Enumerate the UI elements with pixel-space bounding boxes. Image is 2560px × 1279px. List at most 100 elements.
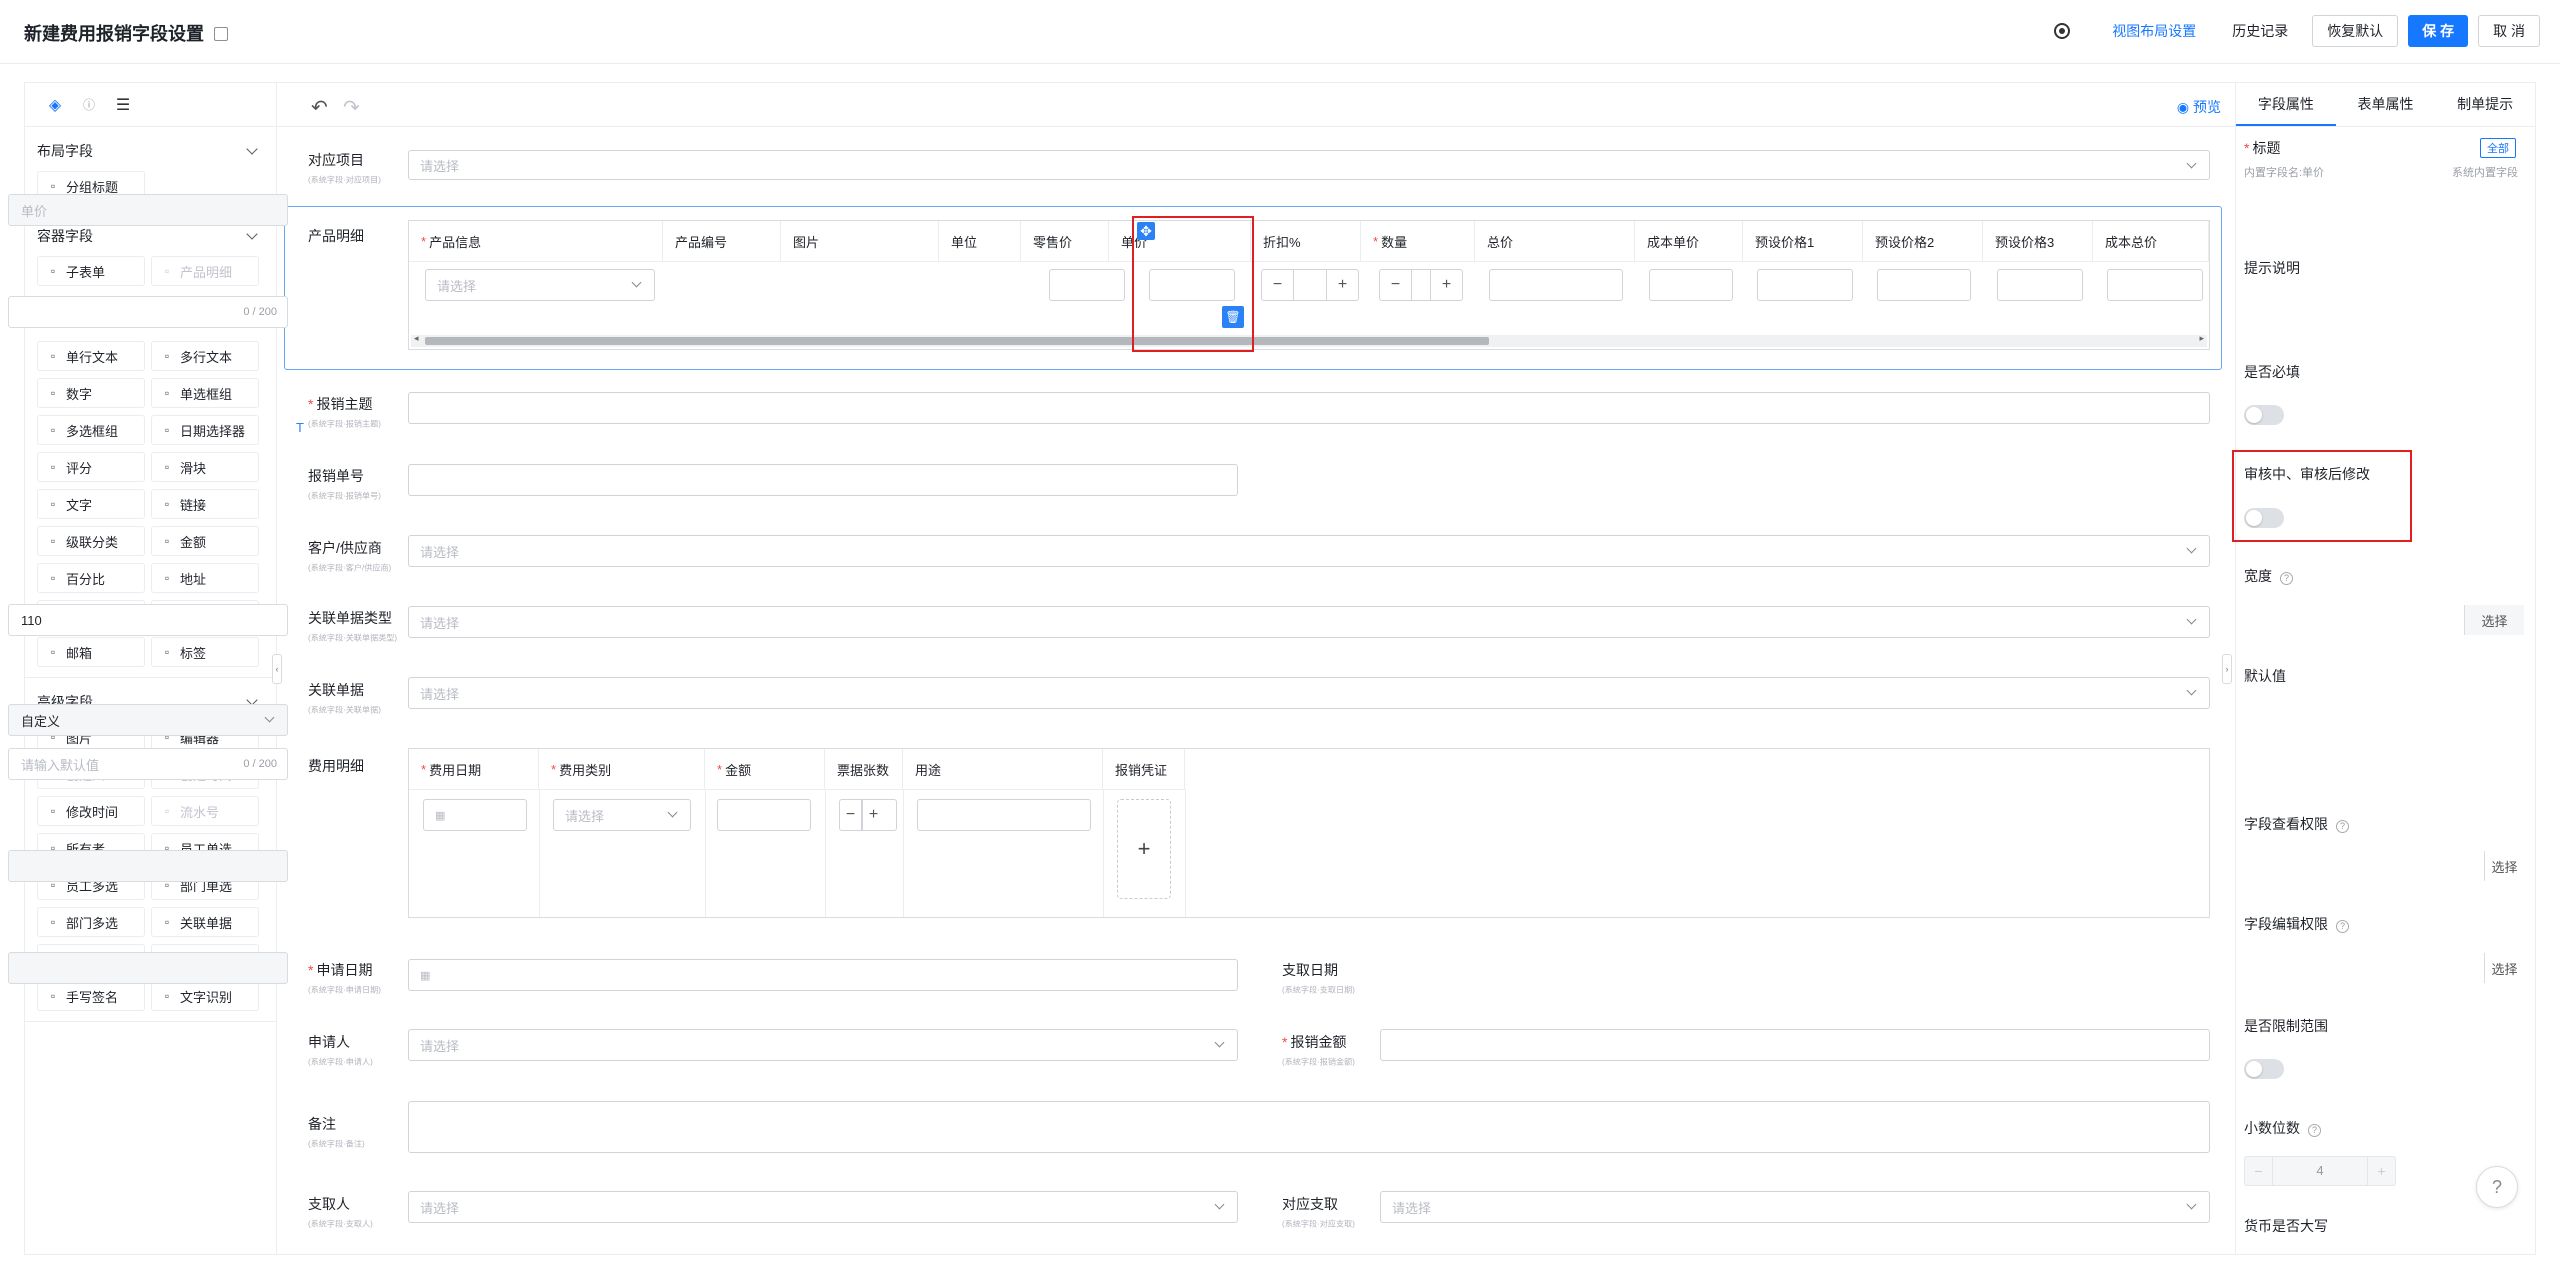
field-project[interactable]: 对应项目 (系统字段·对应项目) [308, 150, 389, 186]
palette-item[interactable]: ▫ 子表单 [37, 256, 145, 286]
expense-column-header[interactable]: 报销凭证 [1103, 749, 1185, 789]
hint-input[interactable]: 0 / 200 [8, 296, 288, 328]
reldoc-select[interactable]: 请选择 [408, 677, 2210, 709]
total-price-input[interactable] [1489, 269, 1623, 301]
field-reldoc[interactable]: 关联单据 (系统字段·关联单据) [308, 680, 389, 716]
preset2-input[interactable] [1877, 269, 1971, 301]
field-pay-for[interactable]: 对应支取 (系统字段·对应支取) [1282, 1194, 1363, 1230]
section-header[interactable]: 容器字段 [37, 224, 264, 248]
limit-toggle[interactable] [2244, 1059, 2284, 1079]
preset1-input[interactable] [1757, 269, 1853, 301]
palette-item[interactable]: ▫ 标签 [151, 637, 259, 667]
default-type-select[interactable]: 自定义 [8, 704, 288, 736]
field-apply-date[interactable]: * 申请日期 (系统字段·申请日期) [308, 960, 389, 996]
product-column-header[interactable]: 预设价格2 [1863, 221, 1983, 261]
default-value-input[interactable]: 请输入默认值 0 / 200 [8, 748, 288, 780]
expense-column-header[interactable]: * 金额 [705, 749, 825, 789]
field-subject[interactable]: * 报销主题 (系统字段·报销主题) [308, 394, 389, 430]
palette-item[interactable]: ▫ 邮箱 [37, 637, 145, 667]
palette-item[interactable]: ▫ 产品明细 [151, 256, 259, 286]
width-select-button[interactable]: 选择 [2464, 605, 2524, 635]
field-payee[interactable]: 支取人 (系统字段·支取人) [308, 1194, 380, 1230]
scrollbar-thumb[interactable] [425, 337, 1489, 345]
view-perm-select-button[interactable]: 选择 [2484, 851, 2524, 881]
apply-date-input[interactable]: ▦ [408, 959, 1238, 991]
product-column-header[interactable]: 成本总价 [2093, 221, 2209, 261]
move-icon[interactable]: ✥ [1137, 222, 1155, 240]
palette-item[interactable]: ▫ 单选框组 [151, 378, 259, 408]
product-column-header[interactable]: 零售价 [1021, 221, 1109, 261]
product-column-header[interactable]: 产品编号 [663, 221, 781, 261]
field-remark[interactable]: 备注 (系统字段·备注) [308, 1114, 371, 1150]
tab-field-properties[interactable]: 字段属性 [2236, 82, 2336, 126]
undo-icon[interactable]: ↶ [311, 95, 328, 120]
info-icon[interactable]: ⓘ [79, 95, 99, 115]
redo-icon[interactable]: ↷ [343, 95, 360, 120]
save-button[interactable]: 保 存 [2408, 15, 2469, 47]
required-toggle[interactable] [2244, 405, 2284, 425]
palette-item[interactable]: ▫ 数字 [37, 378, 145, 408]
cube-icon[interactable]: ◈ [45, 95, 65, 115]
tab-form-properties[interactable]: 表单属性 [2336, 82, 2436, 126]
palette-item[interactable]: ▫ 手写签名 [37, 981, 145, 1011]
upload-plus-icon[interactable]: + [1117, 799, 1171, 899]
palette-item[interactable]: ▫ 评分 [37, 452, 145, 482]
palette-item[interactable]: ▫ 级联分类 [37, 526, 145, 556]
cost-total-input[interactable] [2107, 269, 2203, 301]
expense-column-header[interactable]: * 费用日期 [409, 749, 539, 789]
product-info-select[interactable]: 请选择 [425, 269, 655, 301]
palette-item[interactable]: ▫ 滑块 [151, 452, 259, 482]
discount-stepper[interactable]: − + [1261, 269, 1359, 301]
expense-date-input[interactable]: ▦ [423, 799, 527, 831]
field-amount[interactable]: * 报销金额 (系统字段·报销金额) [1282, 1032, 1363, 1068]
settings-icon[interactable] [2054, 23, 2071, 39]
restore-default-button[interactable]: 恢复默认 [2312, 15, 2399, 47]
history-button[interactable]: 历史记录 [2218, 15, 2302, 47]
product-column-header[interactable]: 预设价格3 [1983, 221, 2093, 261]
product-column-header[interactable]: * 数量 [1361, 221, 1475, 261]
palette-item[interactable]: ▫ 文字识别 [151, 981, 259, 1011]
field-number[interactable]: 报销单号 (系统字段·报销单号) [308, 466, 389, 502]
section-header[interactable]: 布局字段 [37, 139, 264, 163]
palette-item[interactable]: ▫ 单行文本 [37, 341, 145, 371]
title-input[interactable]: 单价 [8, 194, 288, 226]
view-perm-input[interactable] [8, 850, 288, 882]
edit-perm-select-button[interactable]: 选择 [2484, 953, 2524, 983]
help-icon[interactable]: ? [2308, 1124, 2321, 1137]
number-input[interactable] [408, 464, 1238, 496]
cancel-button[interactable]: 取 消 [2478, 15, 2540, 47]
help-icon[interactable]: ? [2280, 572, 2293, 585]
amount-input[interactable] [1380, 1029, 2210, 1061]
cost-price-input[interactable] [1649, 269, 1733, 301]
palette-item[interactable]: ▫ 多选框组 [37, 415, 145, 445]
palette-item[interactable]: ▫ 流水号 [151, 796, 259, 826]
width-input[interactable]: 110 [8, 604, 288, 636]
all-badge[interactable]: 全部 [2480, 138, 2516, 158]
remark-textarea[interactable] [408, 1101, 2210, 1153]
expense-amount-input[interactable] [717, 799, 811, 831]
retail-price-input[interactable] [1049, 269, 1125, 301]
reltype-select[interactable]: 请选择 [408, 606, 2210, 638]
field-reltype[interactable]: 关联单据类型 (系统字段·关联单据类型) [308, 608, 407, 644]
expense-column-header[interactable]: 用途 [903, 749, 1103, 789]
view-layout-link[interactable]: 视图布局设置 [2098, 15, 2210, 47]
expense-column-header[interactable]: * 费用类别 [539, 749, 705, 789]
product-column-header[interactable]: 成本单价 [1635, 221, 1743, 261]
product-column-header[interactable]: * 产品信息 [409, 221, 663, 261]
palette-item[interactable]: ▫ 链接 [151, 489, 259, 519]
expense-column-header[interactable]: 票据张数 [825, 749, 903, 789]
palette-item[interactable]: ▫ 文字 [37, 489, 145, 519]
layout-icon[interactable] [214, 27, 228, 41]
delete-icon[interactable]: 🗑 [1222, 306, 1244, 328]
product-column-header[interactable]: 单位 [939, 221, 1021, 261]
field-customer[interactable]: 客户/供应商 (系统字段·客户/供应商) [308, 538, 401, 574]
edit-perm-input[interactable] [8, 952, 288, 984]
collapse-right-handle[interactable]: › [2222, 654, 2232, 684]
receipt-count-stepper[interactable]: − + [839, 799, 897, 831]
quantity-stepper[interactable]: − + [1379, 269, 1463, 301]
subject-input[interactable] [408, 392, 2210, 424]
field-applicant[interactable]: 申请人 (系统字段·申请人) [308, 1032, 380, 1068]
palette-item[interactable]: ▫ 金额 [151, 526, 259, 556]
purpose-input[interactable] [917, 799, 1091, 831]
product-column-header[interactable]: 图片 [781, 221, 939, 261]
